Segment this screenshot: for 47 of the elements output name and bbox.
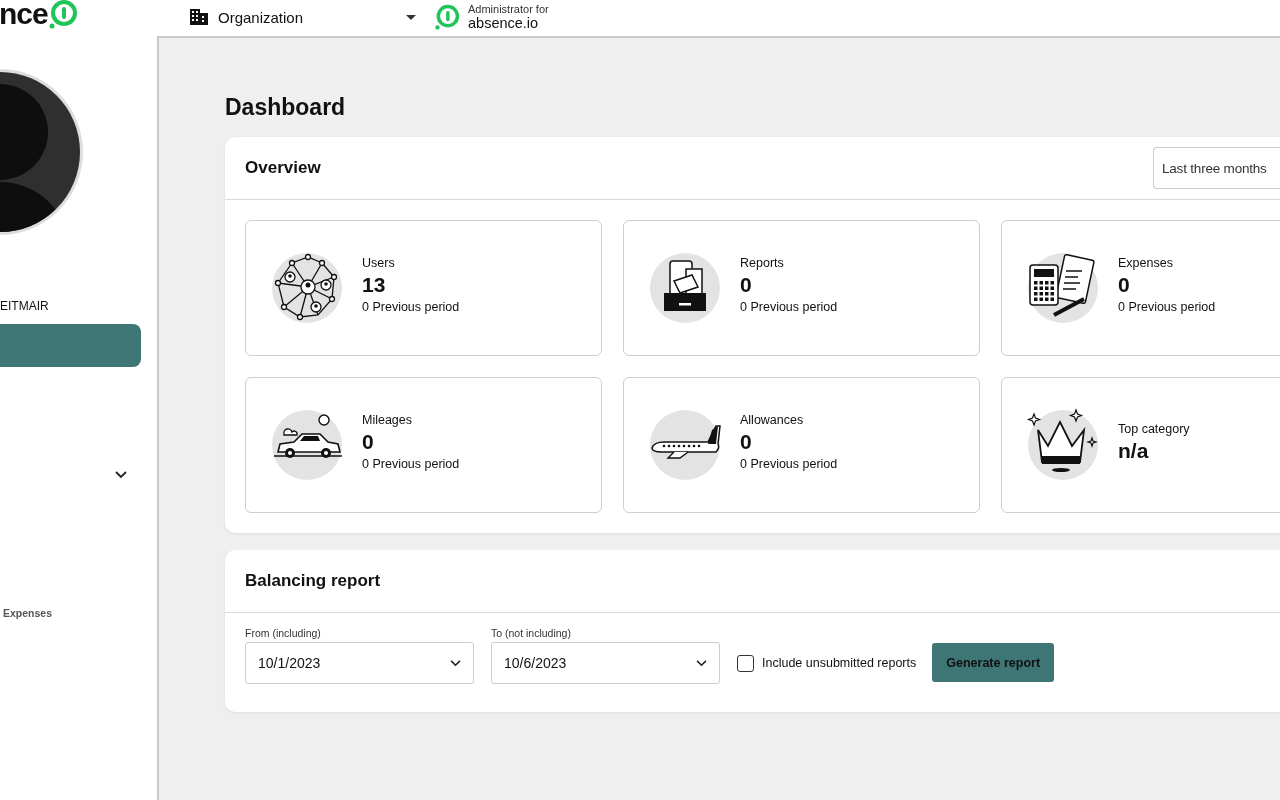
account-name: absence.io — [468, 15, 540, 31]
chevron-down-icon — [696, 659, 707, 667]
stat-label: Users — [362, 256, 396, 270]
date-select[interactable]: 10/1/2023 — [245, 642, 474, 684]
airplane-icon — [648, 408, 722, 482]
calculator-and-receipt-icon — [1026, 251, 1100, 325]
chevron-down-icon — [115, 471, 127, 479]
stat-value: 0 — [1118, 273, 1131, 297]
organization-selector[interactable]: Organization — [218, 8, 396, 26]
stat-value: n/a — [1118, 438, 1150, 463]
crown-icon — [1026, 408, 1100, 482]
previous-period: 0 Previous period — [362, 457, 460, 471]
stat-label: Top category — [1118, 421, 1190, 436]
user-name: EITMAIR — [0, 299, 49, 313]
section-label: Expenses — [3, 607, 53, 619]
stat-label: Allowances — [740, 413, 805, 427]
logo-icon — [48, 0, 77, 29]
stat-label: Reports — [740, 256, 785, 270]
stat-label: Expenses — [1118, 256, 1174, 270]
generate-report-button[interactable]: Generate report — [932, 643, 1055, 682]
stat-value: 0 — [740, 273, 753, 297]
stat-value: 13 — [362, 273, 387, 297]
previous-period: 0 Previous period — [740, 457, 838, 471]
logo-icon — [434, 4, 460, 30]
checkbox[interactable] — [737, 654, 754, 672]
inbox-tray-icon — [648, 251, 722, 325]
card-title: Overview — [245, 158, 321, 178]
checkbox-label: Include unsubmitted reports — [762, 656, 917, 670]
previous-period: 0 Previous period — [1118, 300, 1216, 314]
stat-value: 0 — [362, 430, 375, 454]
date-select[interactable]: 10/6/2023 — [491, 642, 720, 684]
previous-period: 0 Previous period — [740, 300, 838, 314]
account-role: Administrator for — [468, 3, 549, 15]
field-label: To (not including) — [491, 627, 572, 639]
logo-text: nce — [0, 0, 48, 31]
field-label: From (including) — [245, 627, 322, 639]
card-title: Balancing report — [245, 571, 381, 591]
chevron-down-icon — [450, 659, 461, 667]
period-select[interactable]: Last three months — [1153, 147, 1280, 189]
page-title: Dashboard — [225, 94, 347, 121]
stat-value: 0 — [740, 430, 753, 454]
building-icon — [190, 9, 208, 25]
network-icon — [270, 251, 344, 325]
caret-icon — [406, 14, 416, 20]
stat-label: Mileages — [362, 413, 414, 427]
car-icon — [270, 408, 344, 482]
previous-period: 0 Previous period — [362, 300, 460, 314]
